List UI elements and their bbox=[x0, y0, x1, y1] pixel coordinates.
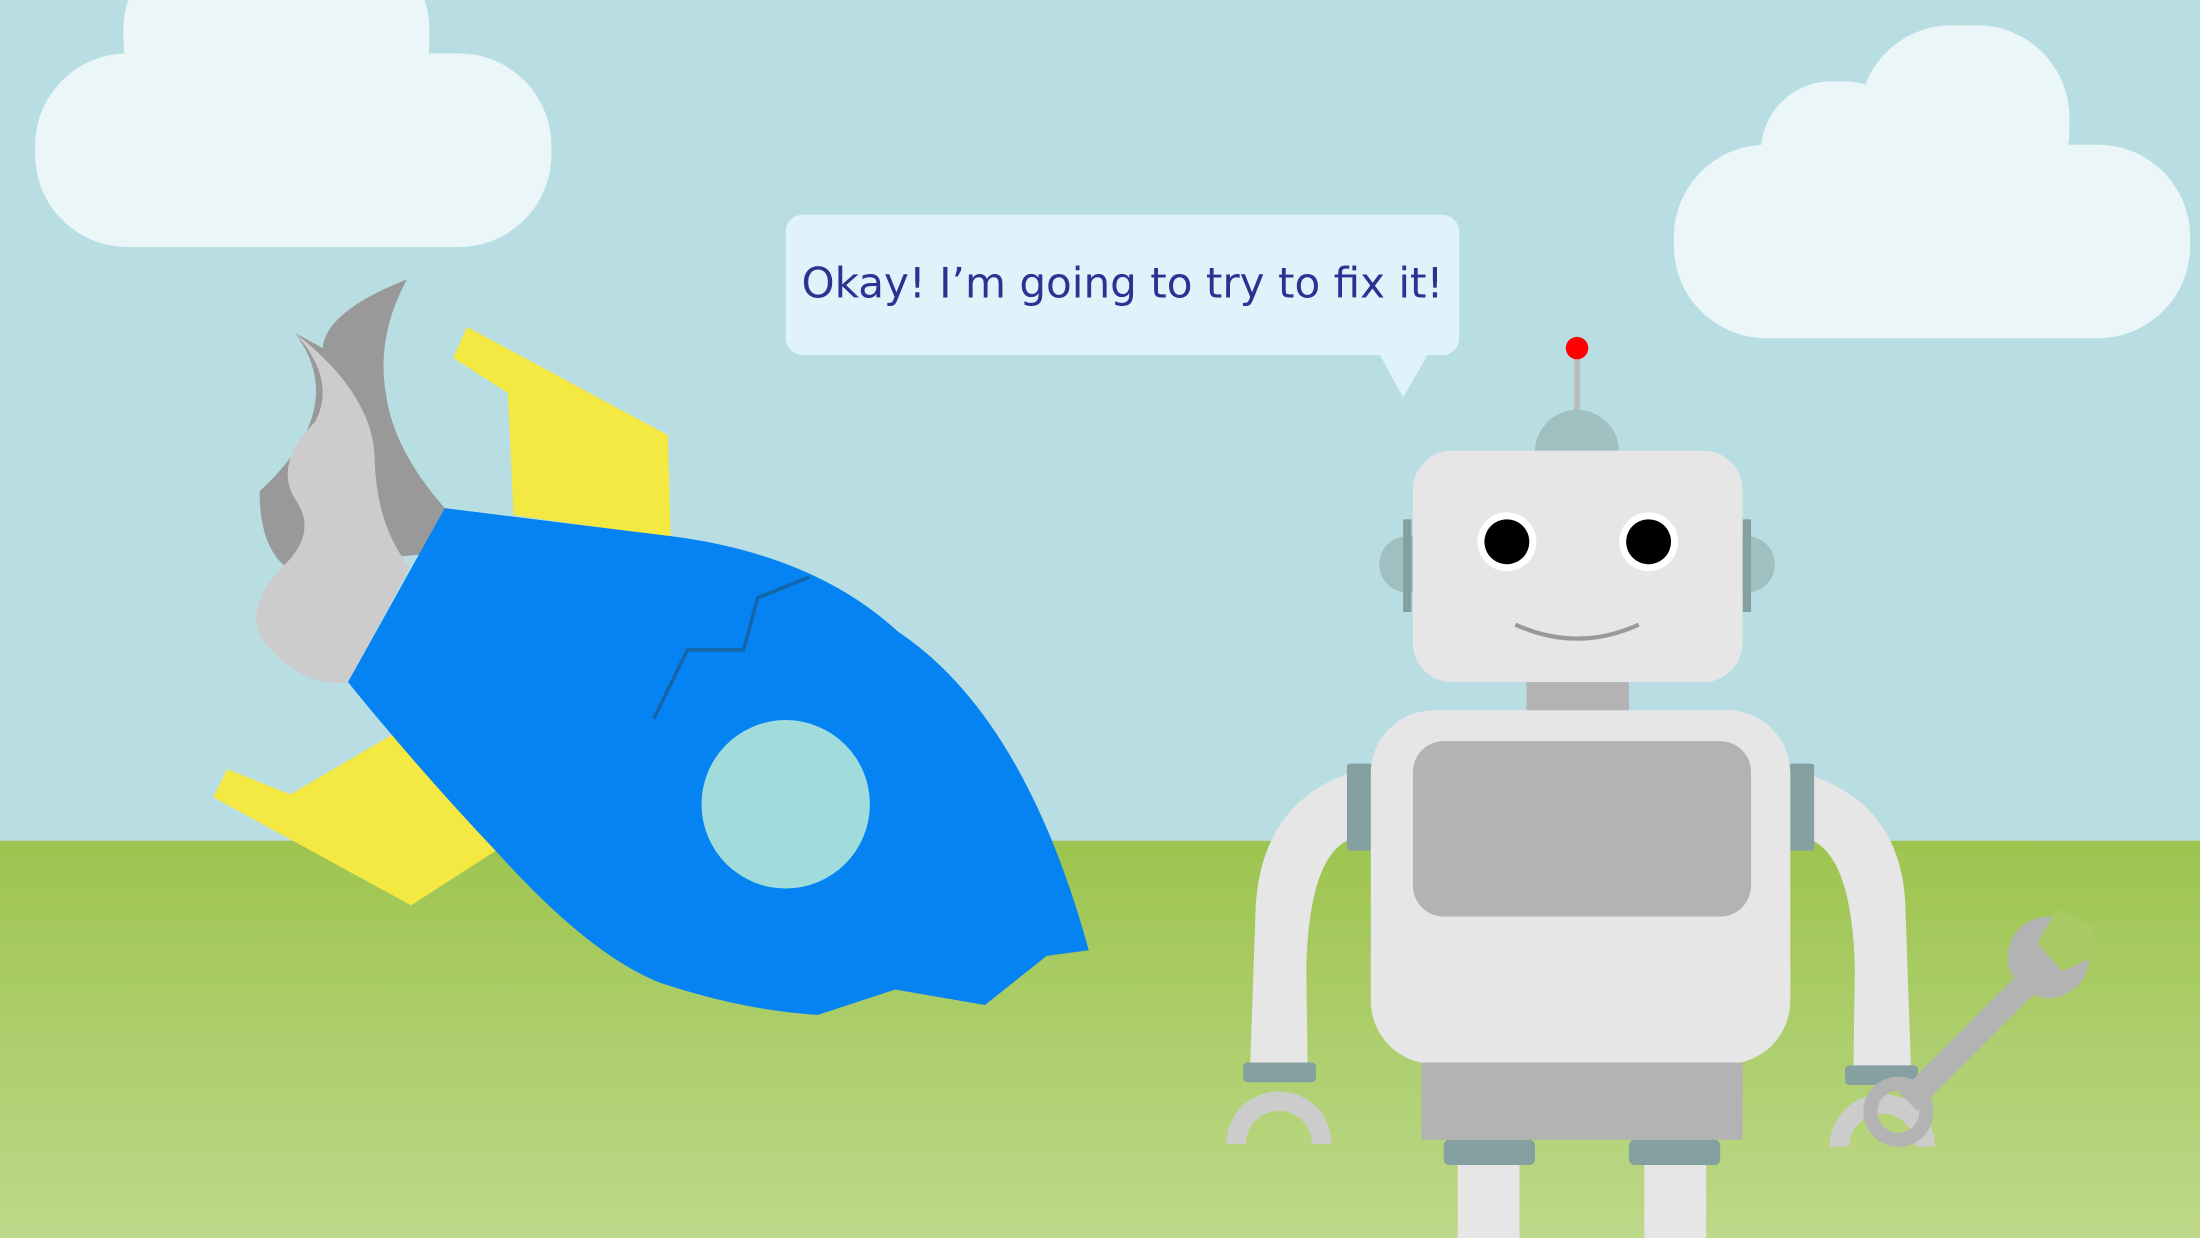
eye-right bbox=[1626, 519, 1672, 565]
scene: Okay! I’m going to try to fix it! bbox=[0, 0, 2200, 1238]
eye-left bbox=[1484, 519, 1530, 565]
robot-head bbox=[1412, 450, 1743, 683]
chest-panel bbox=[1412, 741, 1752, 917]
antenna-light bbox=[1565, 336, 1589, 360]
rocket-window bbox=[701, 720, 870, 889]
leg-right bbox=[1644, 1163, 1707, 1238]
leg-left bbox=[1457, 1163, 1520, 1238]
speech-bubble-text: Okay! I’m going to try to fix it! bbox=[801, 259, 1443, 308]
pelvis bbox=[1421, 1062, 1743, 1140]
neck bbox=[1526, 682, 1629, 714]
illustration: Okay! I’m going to try to fix it! bbox=[0, 0, 2200, 1238]
